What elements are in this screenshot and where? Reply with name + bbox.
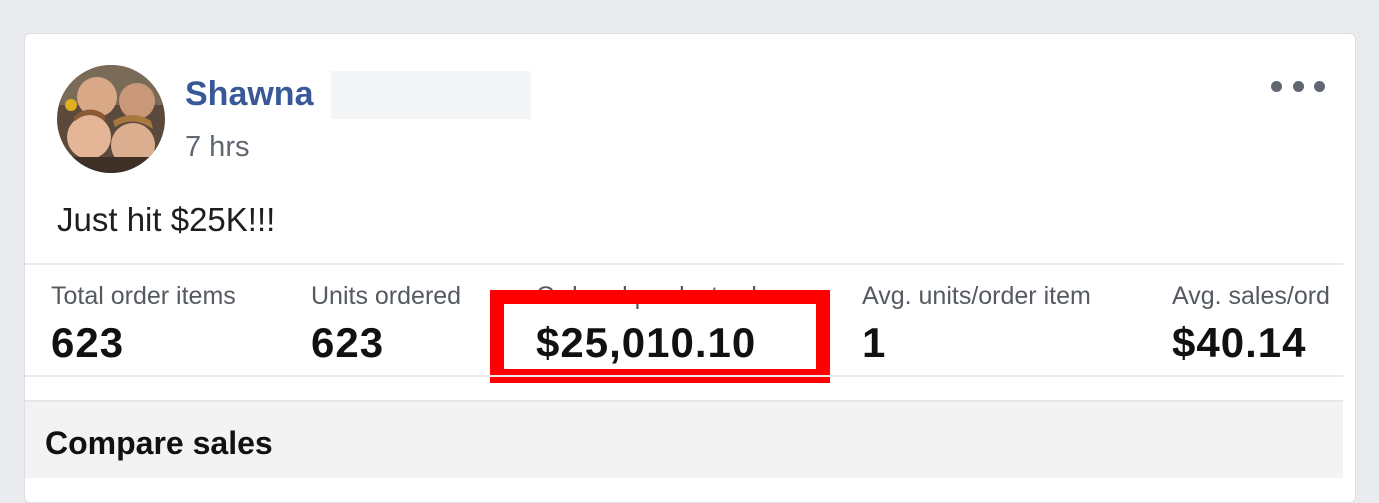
metric-avg-sales-per-order: Avg. sales/ord $40.14 [1172,281,1330,369]
compare-sales-title: Compare sales [45,425,273,461]
metric-value: 623 [311,319,385,366]
more-options-icon[interactable] [1271,74,1325,98]
sales-screenshot: Total order items 623 Units ordered 623 … [25,263,1343,502]
author-name[interactable]: Shawna [185,74,313,114]
dot [1292,80,1304,92]
metric-label: Avg. units/order item [862,282,1091,310]
post-text: Just hit $25K!!! [57,201,276,238]
metric-label: Units ordered [311,282,462,310]
metric-value: 623 [51,319,125,366]
dot [1271,80,1282,92]
redacted-name [331,71,531,119]
post-card: Shawna 7 hrs Just hit $25K!!! Total orde… [24,33,1356,503]
metric-label: Avg. sales/ord [1172,282,1330,310]
metric-ordered-product-sales: Ordered product sales $25,010.10 [536,281,783,369]
metric-label: Ordered product sales [536,282,784,310]
divider [25,375,1343,377]
dot [1314,80,1325,92]
post-timestamp[interactable]: 7 hrs [185,130,249,164]
metric-units-ordered: Units ordered 623 [311,281,461,369]
metric-total-order-items: Total order items 623 [51,281,236,369]
metric-value: $40.14 [1172,319,1307,366]
metric-avg-units-per-order-item: Avg. units/order item 1 [862,281,1091,369]
avatar[interactable] [57,65,165,173]
metric-value: $25,010.10 [536,319,757,366]
compare-sales-section: Compare sales [25,400,1343,478]
metric-label: Total order items [51,282,236,310]
avatar-photo [57,65,165,173]
metric-value: 1 [862,319,887,366]
